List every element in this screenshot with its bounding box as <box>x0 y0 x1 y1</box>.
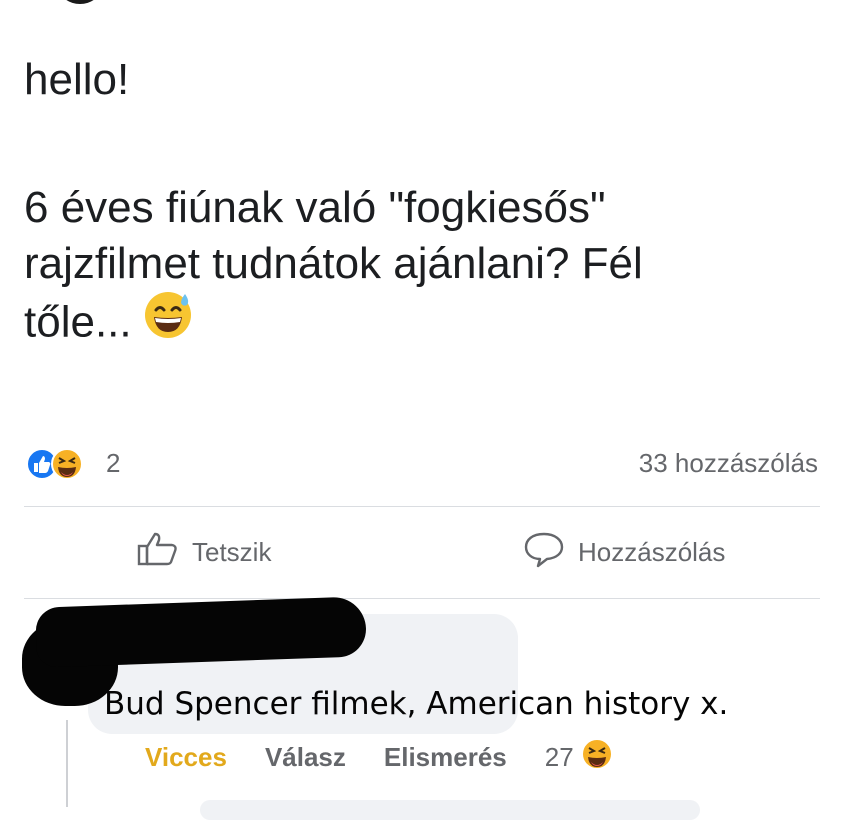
reactions-row[interactable]: 2 33 hozzászólás <box>22 447 818 481</box>
post-text: hello! 6 éves fiúnak való "fogkiesős" ra… <box>24 52 804 358</box>
divider <box>24 506 820 507</box>
reply-button[interactable]: Válasz <box>265 742 346 773</box>
comment-actions: Vicces Válasz Elismerés 27 <box>145 737 690 774</box>
comment-reaction-count: 27 <box>544 741 574 772</box>
post-line: tőle... <box>24 292 804 358</box>
comment-button[interactable]: Hozzászólás <box>522 532 725 572</box>
comment-label: Hozzászólás <box>578 536 726 567</box>
reaction-icons <box>22 447 100 481</box>
post-line: rajzfilmet tudnátok ajánlani? Fél <box>24 239 643 288</box>
like-button[interactable]: Tetszik <box>136 532 271 572</box>
speech-bubble-icon <box>522 530 578 575</box>
haha-icon <box>580 737 614 778</box>
recognition-button[interactable]: Elismerés <box>384 742 507 773</box>
post-line: hello! <box>24 55 130 104</box>
thread-line <box>66 720 68 807</box>
comment-count[interactable]: 33 hozzászólás <box>639 448 818 479</box>
grinning-sweat-emoji-icon <box>142 288 194 354</box>
thumbs-up-icon <box>136 531 192 574</box>
funny-reaction-button[interactable]: Vicces <box>145 742 227 773</box>
post-line: 6 éves fiúnak való "fogkiesős" <box>24 183 606 232</box>
comment-text: Bud Spencer filmek, American history x. <box>104 686 729 722</box>
like-label: Tetszik <box>192 536 272 567</box>
reaction-count: 2 <box>106 448 121 478</box>
reply-preview <box>200 800 700 820</box>
post-line-text: tőle... <box>24 297 132 347</box>
comment: Bud Spencer filmek, American history x. … <box>0 596 843 820</box>
redacted-author-name <box>35 596 367 668</box>
post-spacer <box>24 108 804 180</box>
avatar-edge <box>60 0 100 4</box>
divider <box>24 598 820 599</box>
comment-reaction-summary[interactable]: 27 <box>545 737 652 778</box>
